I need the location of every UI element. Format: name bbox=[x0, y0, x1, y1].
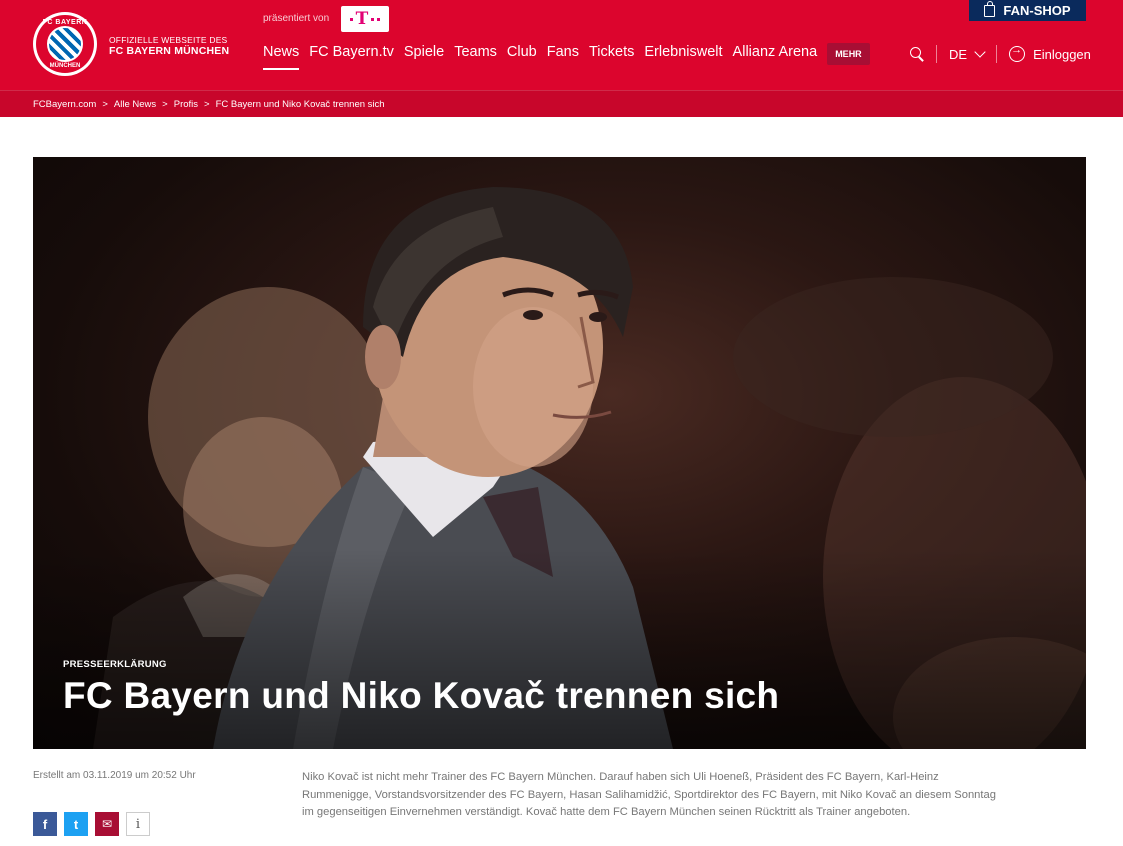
info-button[interactable]: i bbox=[126, 812, 150, 836]
hero-image: PRESSEERKLÄRUNG FC Bayern und Niko Kovač… bbox=[33, 157, 1086, 749]
nav-item-erlebniswelt[interactable]: Erlebniswelt bbox=[639, 44, 727, 70]
language-label: DE bbox=[949, 46, 968, 62]
telekom-t-icon: T bbox=[355, 8, 369, 29]
shopping-bag-icon bbox=[984, 0, 996, 17]
twitter-share-button[interactable]: t bbox=[64, 812, 88, 836]
breadcrumb-current[interactable]: FC Bayern und Niko Kovač trennen sich bbox=[216, 99, 385, 110]
header-tools: DE Einloggen bbox=[910, 44, 1091, 64]
telekom-dot bbox=[377, 17, 381, 21]
nav-item-teams[interactable]: Teams bbox=[449, 44, 502, 70]
chevron-down-icon bbox=[974, 45, 986, 58]
share-bar: f t ✉ i bbox=[33, 812, 150, 836]
divider bbox=[996, 45, 998, 63]
site-header: FC BAYERN MÜNCHEN OFFIZIELLE WEBSEITE DE… bbox=[0, 0, 1123, 90]
nav-item-club[interactable]: Club bbox=[502, 44, 542, 70]
more-button[interactable]: MEHR bbox=[827, 43, 870, 65]
nav-item-tickets[interactable]: Tickets bbox=[584, 44, 639, 70]
fan-shop-label: FAN-SHOP bbox=[1003, 3, 1071, 18]
telekom-logo[interactable]: T bbox=[341, 6, 389, 32]
nav-item-fcbayern-tv[interactable]: FC Bayern.tv bbox=[304, 44, 399, 70]
nav-item-allianz-arena[interactable]: Allianz Arena bbox=[728, 44, 823, 70]
login-label: Einloggen bbox=[1033, 46, 1091, 62]
facebook-share-button[interactable]: f bbox=[33, 812, 57, 836]
breadcrumb-alle-news[interactable]: Alle News bbox=[114, 99, 156, 110]
breadcrumb-separator: > bbox=[162, 98, 168, 110]
search-icon[interactable] bbox=[910, 47, 924, 61]
logo-bottom-text: MÜNCHEN bbox=[49, 63, 81, 69]
nav-item-fans[interactable]: Fans bbox=[542, 44, 584, 70]
login-button[interactable]: Einloggen bbox=[1009, 44, 1091, 62]
language-selector[interactable]: DE bbox=[949, 45, 986, 62]
article-created-date: Erstellt am 03.11.2019 um 20:52 Uhr bbox=[33, 770, 196, 781]
article-kicker: PRESSEERKLÄRUNG bbox=[63, 659, 167, 670]
logo-ring: FC BAYERN MÜNCHEN bbox=[36, 15, 94, 73]
fc-bayern-logo[interactable]: FC BAYERN MÜNCHEN bbox=[33, 12, 97, 76]
breadcrumb-separator: > bbox=[102, 98, 108, 110]
main-nav: News FC Bayern.tv Spiele Teams Club Fans… bbox=[263, 43, 870, 70]
breadcrumb-separator: > bbox=[204, 98, 210, 110]
hero-gradient-overlay bbox=[33, 549, 1086, 749]
breadcrumb-profis[interactable]: Profis bbox=[174, 99, 198, 110]
article-intro-text: Niko Kovač ist nicht mehr Trainer des FC… bbox=[302, 771, 996, 818]
site-tagline[interactable]: OFFIZIELLE WEBSEITE DES FC BAYERN MÜNCHE… bbox=[109, 35, 229, 58]
site-tagline-line1: OFFIZIELLE WEBSEITE DES bbox=[109, 35, 228, 45]
login-icon bbox=[1009, 44, 1026, 62]
logo-rhombus-icon bbox=[47, 26, 83, 62]
telekom-dot bbox=[371, 17, 375, 21]
divider bbox=[936, 45, 937, 63]
presented-by-text: präsentiert von bbox=[263, 13, 330, 24]
nav-item-news[interactable]: News bbox=[263, 44, 304, 70]
article-headline: FC Bayern und Niko Kovač trennen sich bbox=[63, 675, 780, 716]
site-tagline-line2: FC BAYERN MÜNCHEN bbox=[109, 45, 230, 58]
telekom-dot bbox=[349, 17, 353, 21]
logo-top-text: FC BAYERN bbox=[42, 19, 88, 26]
breadcrumb: FCBayern.com > Alle News > Profis > FC B… bbox=[0, 90, 1123, 117]
breadcrumb-home[interactable]: FCBayern.com bbox=[33, 99, 96, 110]
mail-share-button[interactable]: ✉ bbox=[95, 812, 119, 836]
nav-item-spiele[interactable]: Spiele bbox=[399, 44, 449, 70]
fan-shop-button[interactable]: FAN-SHOP bbox=[969, 0, 1086, 21]
